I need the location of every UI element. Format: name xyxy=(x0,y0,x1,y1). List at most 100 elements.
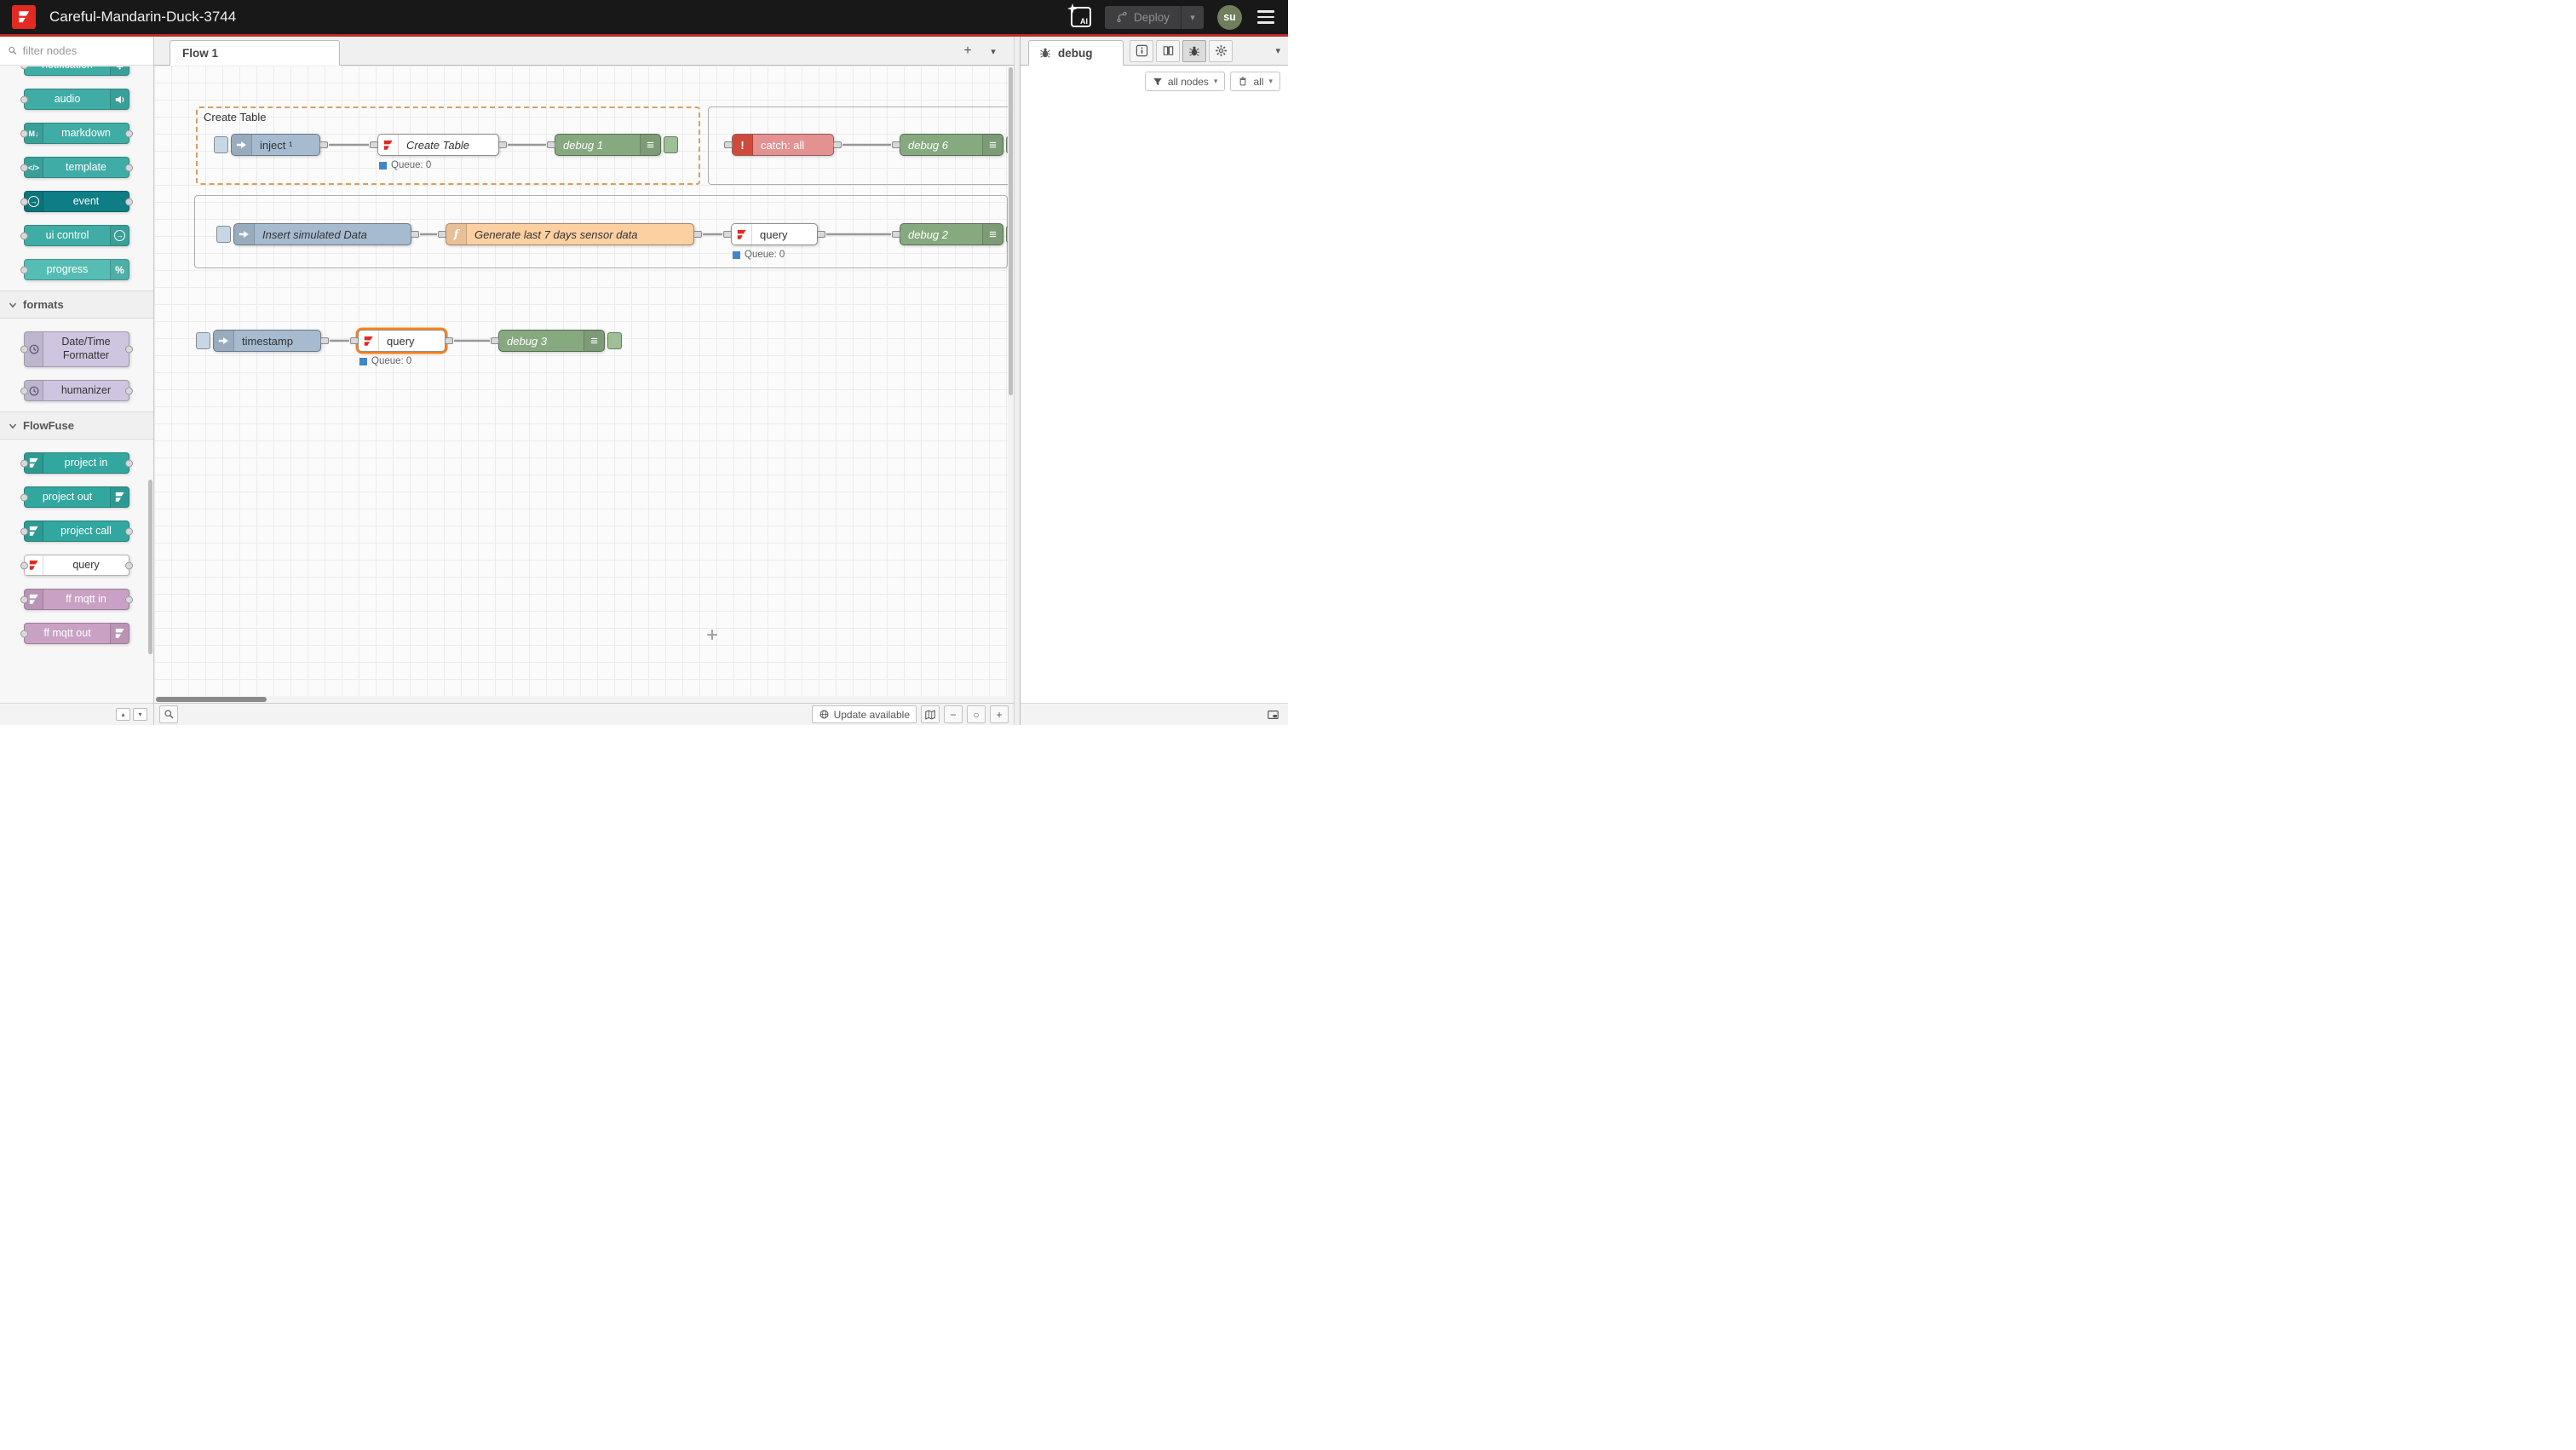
status-text: Queue: 0 xyxy=(391,160,431,170)
debug-filter-button[interactable]: all nodes ▾ xyxy=(1145,72,1226,91)
speaker-icon xyxy=(110,89,129,109)
tab-config[interactable] xyxy=(1209,40,1233,62)
input-port[interactable] xyxy=(724,141,733,148)
sidebar-menu-button[interactable]: ▾ xyxy=(1275,45,1280,56)
palette-node-date-time-formatter[interactable]: Date/Time Formatter xyxy=(24,331,129,367)
palette-node-project-in[interactable]: project in xyxy=(24,452,129,474)
node-catch-all[interactable]: !catch: all xyxy=(732,134,834,156)
update-available-button[interactable]: Update available xyxy=(812,705,917,723)
tab-debug-icon[interactable] xyxy=(1182,40,1206,62)
output-port[interactable] xyxy=(817,231,825,238)
palette-node-markdown[interactable]: M↓markdown xyxy=(24,123,129,144)
zoom-out-button[interactable]: − xyxy=(944,705,963,723)
output-port[interactable] xyxy=(411,231,419,238)
node-query[interactable]: query xyxy=(731,223,818,245)
output-port[interactable] xyxy=(319,141,328,148)
output-port[interactable] xyxy=(445,337,453,344)
ai-assistant-button[interactable]: AI xyxy=(1071,7,1091,27)
palette-search[interactable] xyxy=(0,37,153,66)
output-port[interactable] xyxy=(320,337,329,344)
palette-node-event[interactable]: →event xyxy=(24,191,129,212)
debug-clear-button[interactable]: all ▾ xyxy=(1230,72,1280,91)
node-debug-1[interactable]: debug 1≡ xyxy=(555,134,661,156)
palette-section-formats[interactable]: formats xyxy=(0,291,153,319)
node-label: Create Table xyxy=(399,135,498,155)
node-status: Queue: 0 xyxy=(359,356,411,366)
search-flows-button[interactable] xyxy=(159,705,178,723)
palette-node-humanizer[interactable]: humanizer xyxy=(24,380,129,401)
node-debug-2[interactable]: debug 2≡ xyxy=(900,223,1003,245)
palette-node-progress[interactable]: progress% xyxy=(24,259,129,280)
main-menu-button[interactable] xyxy=(1256,7,1276,26)
input-port[interactable] xyxy=(547,141,555,148)
palette-node-project-out[interactable]: project out xyxy=(24,486,129,508)
node-inject[interactable]: inject ¹ xyxy=(231,134,320,156)
input-port[interactable] xyxy=(723,231,732,238)
add-flow-button[interactable]: + xyxy=(957,42,978,60)
port-stub xyxy=(20,387,28,394)
palette-node-query[interactable]: query xyxy=(24,555,129,576)
node-status: Queue: 0 xyxy=(379,160,431,170)
node-insert-simulated-data[interactable]: Insert simulated Data xyxy=(233,223,411,245)
flow-canvas[interactable]: + Create Tableinject ¹Create TableQueue:… xyxy=(154,66,1014,703)
inject-trigger-button[interactable] xyxy=(214,136,228,153)
palette-node-ff-mqtt-in[interactable]: ff mqtt in xyxy=(24,589,129,610)
filter-nodes-input[interactable] xyxy=(23,44,146,57)
input-port[interactable] xyxy=(438,231,446,238)
input-port[interactable] xyxy=(370,141,378,148)
palette-section-flowfuse[interactable]: FlowFuse xyxy=(0,411,153,440)
palette-node-template[interactable]: </>template xyxy=(24,157,129,178)
output-port[interactable] xyxy=(498,141,507,148)
navigator-toggle-button[interactable] xyxy=(921,705,940,723)
canvas-hscrollbar[interactable] xyxy=(154,696,1008,703)
palette-node-notification[interactable]: notification xyxy=(24,66,129,76)
port-stub xyxy=(125,387,133,394)
inject-trigger-button[interactable] xyxy=(196,332,210,349)
tab-debug[interactable]: debug xyxy=(1028,40,1124,66)
zoom-reset-button[interactable]: ○ xyxy=(967,705,986,723)
palette-node-audio[interactable]: audio xyxy=(24,89,129,110)
deploy-options-button[interactable]: ▾ xyxy=(1182,12,1204,23)
palette-expand-all-button[interactable]: ▾ xyxy=(133,708,147,721)
flowfuse-logo[interactable] xyxy=(12,5,36,29)
input-port[interactable] xyxy=(350,337,359,344)
palette-node-project-call[interactable]: project call xyxy=(24,521,129,542)
tab-info[interactable] xyxy=(1130,40,1153,62)
debug-trigger-button[interactable] xyxy=(607,332,622,349)
input-port[interactable] xyxy=(892,141,900,148)
palette-node-ff-mqtt-out[interactable]: ff mqtt out xyxy=(24,623,129,644)
port-stub xyxy=(20,561,28,569)
zoom-in-button[interactable]: + xyxy=(990,705,1009,723)
output-port[interactable] xyxy=(833,141,842,148)
node-timestamp[interactable]: timestamp xyxy=(213,330,321,352)
palette-scrollbar[interactable] xyxy=(148,480,152,654)
node-create-table[interactable]: Create Table xyxy=(377,134,499,156)
user-avatar[interactable]: su xyxy=(1217,5,1242,30)
port-stub xyxy=(125,459,133,467)
debug-trigger-button[interactable] xyxy=(664,136,678,153)
chevron-down-icon xyxy=(9,419,17,432)
node-generate-last-7-days-sensor-data[interactable]: fGenerate last 7 days sensor data xyxy=(446,223,694,245)
palette-node-ui-control[interactable]: ui control→ xyxy=(24,225,129,246)
palette-collapse-all-button[interactable]: ▴ xyxy=(116,708,130,721)
node-debug-6[interactable]: debug 6≡ xyxy=(900,134,1003,156)
node-debug-3[interactable]: debug 3≡ xyxy=(498,330,605,352)
bell-icon xyxy=(110,66,129,75)
deploy-button[interactable]: Deploy ▾ xyxy=(1105,6,1204,29)
node-query[interactable]: query xyxy=(358,330,446,352)
input-port[interactable] xyxy=(892,231,900,238)
workspace[interactable]: + Create Tableinject ¹Create TableQueue:… xyxy=(154,66,1014,703)
arrow-circle-icon: → xyxy=(110,226,129,245)
sidebar-tabbar: debug xyxy=(1021,37,1288,66)
sidebar-splitter[interactable] xyxy=(1014,37,1020,725)
inject-trigger-button[interactable] xyxy=(216,226,231,243)
tab-help[interactable] xyxy=(1156,40,1180,62)
input-port[interactable] xyxy=(491,337,499,344)
tab-flow-1[interactable]: Flow 1 xyxy=(170,40,340,66)
output-port[interactable] xyxy=(693,231,702,238)
list-icon: ≡ xyxy=(982,135,1003,155)
open-in-window-button[interactable] xyxy=(1265,707,1281,722)
flow-list-button[interactable]: ▾ xyxy=(983,42,1003,60)
canvas-vscrollbar[interactable] xyxy=(1008,66,1014,703)
status-dot xyxy=(359,358,367,365)
